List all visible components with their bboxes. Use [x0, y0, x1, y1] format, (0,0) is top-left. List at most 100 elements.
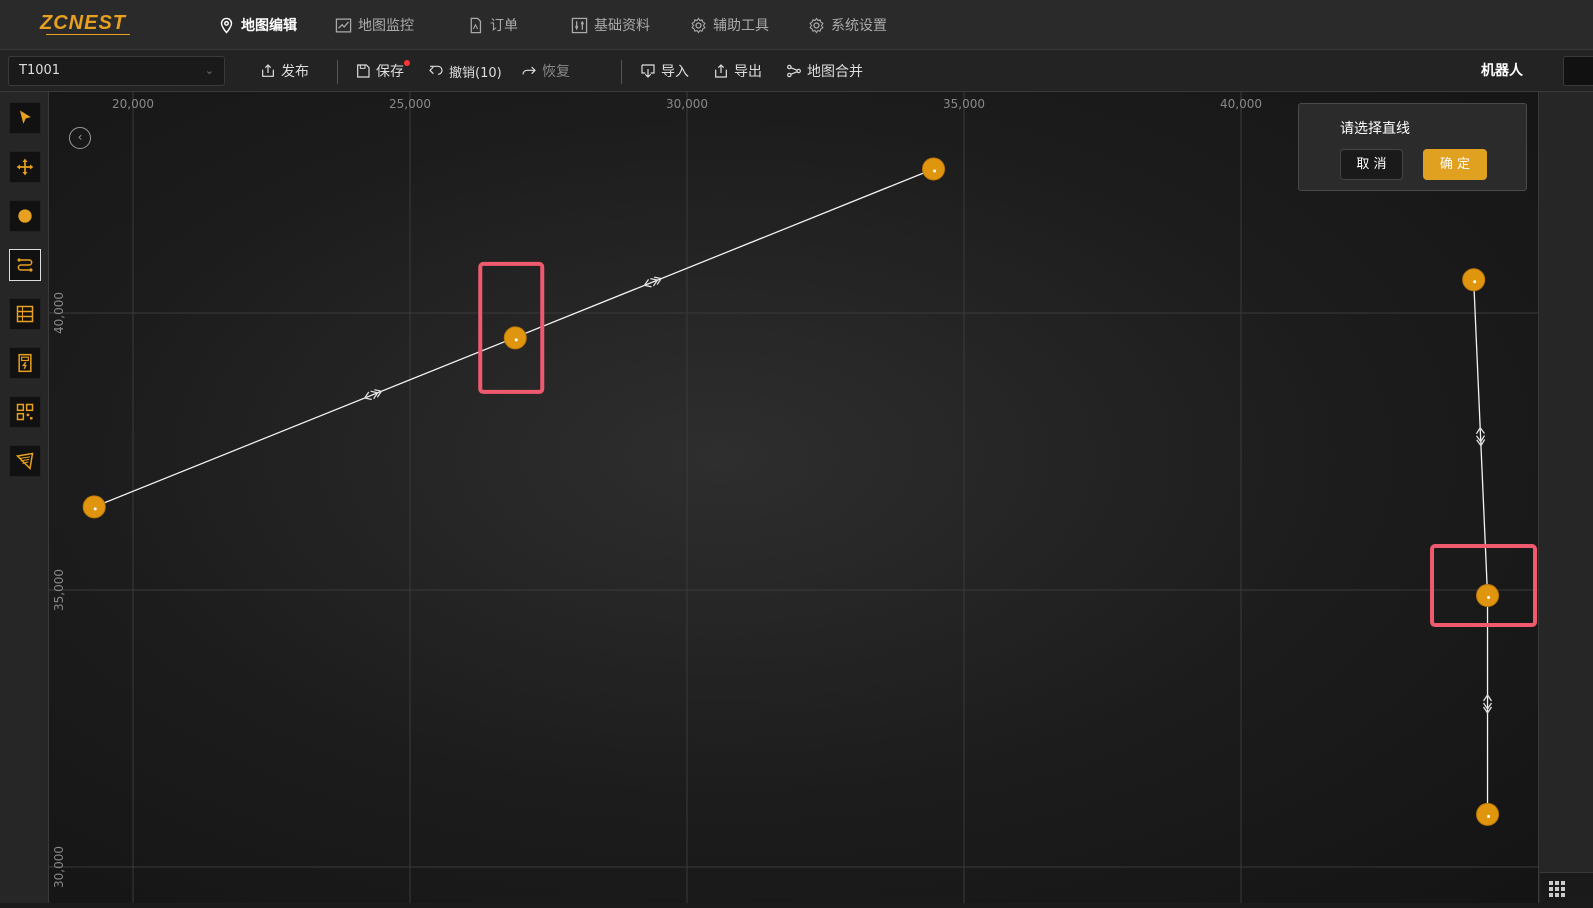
import-button[interactable]: 导入 [640, 50, 689, 92]
redo-icon [522, 66, 536, 75]
map-merge-label: 地图合并 [807, 64, 863, 80]
node-center-dot [933, 169, 937, 173]
select-line-popup: 请选择直线 取 消 确 定 [1298, 103, 1527, 191]
path-tool[interactable] [9, 249, 41, 281]
toolbar-divider [337, 60, 338, 84]
grid-dots-icon [1549, 881, 1565, 897]
popup-title: 请选择直线 [1340, 121, 1410, 137]
map-node[interactable] [82, 495, 106, 519]
right-side-panel [1538, 92, 1593, 903]
nav-basic-data[interactable]: 基础资料 [571, 0, 650, 50]
import-label: 导入 [661, 64, 689, 80]
gear-icon [691, 16, 706, 34]
grid-toggle[interactable] [1540, 872, 1593, 903]
y-tick-label: 30,000 [52, 846, 66, 888]
x-tick-label: 20,000 [112, 97, 154, 111]
map-node[interactable] [1476, 584, 1500, 608]
toolbar-divider [621, 60, 622, 84]
nav-label: 订单 [490, 18, 518, 34]
node-center-dot [1487, 596, 1491, 600]
path-edge [1473, 279, 1489, 596]
merge-nodes-icon [787, 64, 801, 78]
publish-button[interactable]: 发布 [260, 50, 309, 92]
cancel-button[interactable]: 取 消 [1340, 149, 1403, 180]
settings-gear-icon [809, 16, 824, 34]
redo-label: 恢复 [542, 64, 570, 80]
select-tool[interactable] [9, 102, 41, 134]
node-center-dot [1473, 280, 1477, 284]
export-label: 导出 [734, 64, 762, 80]
nav-orders[interactable]: 订单 [467, 0, 518, 50]
publish-label: 发布 [281, 64, 309, 80]
robot-select[interactable] [1563, 56, 1593, 86]
save-icon [357, 64, 370, 78]
area-tool[interactable] [9, 445, 41, 477]
map-select-value: T1001 [19, 63, 61, 78]
node-center-dot [93, 507, 97, 511]
map-canvas[interactable]: 20,000 25,000 30,000 35,000 40,000 40,000 35,0… [49, 92, 1538, 903]
redo-button[interactable]: 恢复 [521, 50, 570, 92]
undo-label: 撤销(10) [449, 65, 502, 81]
x-tick-label: 35,000 [943, 97, 985, 111]
charging-tool[interactable] [9, 347, 41, 379]
left-tool-palette [0, 92, 49, 903]
location-pin-icon [220, 17, 233, 34]
point-icon [18, 209, 32, 223]
qr-code-icon [16, 403, 34, 421]
edit-toolbar: T1001 ⌄ 发布 保存 撤销(10) 恢复 导入 导出 地图合并 机器人 [0, 50, 1593, 92]
nav-label: 基础资料 [594, 18, 650, 34]
move-arrows-icon [16, 158, 34, 176]
sliders-icon [571, 17, 588, 33]
shelf-tool[interactable] [9, 298, 41, 330]
undo-icon [429, 65, 443, 75]
unsaved-indicator [404, 60, 410, 66]
chevron-down-icon: ⌄ [204, 64, 214, 77]
x-tick-label: 40,000 [1220, 97, 1262, 111]
document-icon [470, 17, 482, 33]
nav-map-edit[interactable]: 地图编辑 [218, 0, 297, 50]
logo-underline [46, 34, 130, 35]
map-merge-button[interactable]: 地图合并 [786, 50, 863, 92]
area-polygon-icon [15, 452, 34, 471]
line-chart-icon [335, 17, 352, 33]
nav-label: 系统设置 [831, 18, 887, 34]
app-logo: ZCNEST [40, 12, 126, 34]
x-tick-label: 30,000 [666, 97, 708, 111]
y-tick-label: 35,000 [52, 569, 66, 611]
map-node[interactable] [1476, 802, 1500, 826]
x-tick-label: 25,000 [389, 97, 431, 111]
qrcode-tool[interactable] [9, 396, 41, 428]
collapse-panel-button[interactable]: ‹ [69, 127, 91, 149]
import-icon [641, 64, 655, 78]
export-icon [715, 64, 727, 78]
path-route-icon [17, 258, 33, 272]
cursor-arrow-icon [20, 110, 31, 124]
confirm-button[interactable]: 确 定 [1423, 149, 1487, 180]
node-tool[interactable] [9, 200, 41, 232]
nav-label: 辅助工具 [713, 18, 769, 34]
map-svg[interactable]: 20,000 25,000 30,000 35,000 40,000 40,000 35,0… [49, 92, 1538, 903]
move-tool[interactable] [9, 151, 41, 183]
charging-station-icon [18, 353, 32, 373]
export-button[interactable]: 导出 [713, 50, 762, 92]
map-node[interactable] [1462, 268, 1486, 292]
node-center-dot [1487, 814, 1491, 818]
shelf-icon [16, 305, 34, 323]
nav-system-settings[interactable]: 系统设置 [808, 0, 887, 50]
map-node[interactable] [922, 157, 946, 181]
chevron-left-icon: ‹ [77, 130, 83, 144]
nav-map-monitor[interactable]: 地图监控 [335, 0, 414, 50]
map-select[interactable]: T1001 ⌄ [8, 56, 225, 86]
upload-tray-icon [262, 64, 274, 77]
node-center-dot [514, 338, 518, 342]
top-nav-bar: ZCNEST 地图编辑 地图监控 订单 基础资料 辅助工具 系统设置 [0, 0, 1593, 50]
nav-label: 地图监控 [358, 18, 414, 34]
robot-label: 机器人 [1481, 63, 1523, 79]
map-node[interactable] [503, 326, 527, 350]
nav-label: 地图编辑 [241, 18, 297, 34]
undo-button[interactable]: 撤销(10) [428, 50, 502, 92]
save-label: 保存 [376, 64, 404, 80]
nav-aux-tools[interactable]: 辅助工具 [690, 0, 769, 50]
save-button[interactable]: 保存 [355, 50, 404, 92]
y-tick-label: 40,000 [52, 292, 66, 334]
